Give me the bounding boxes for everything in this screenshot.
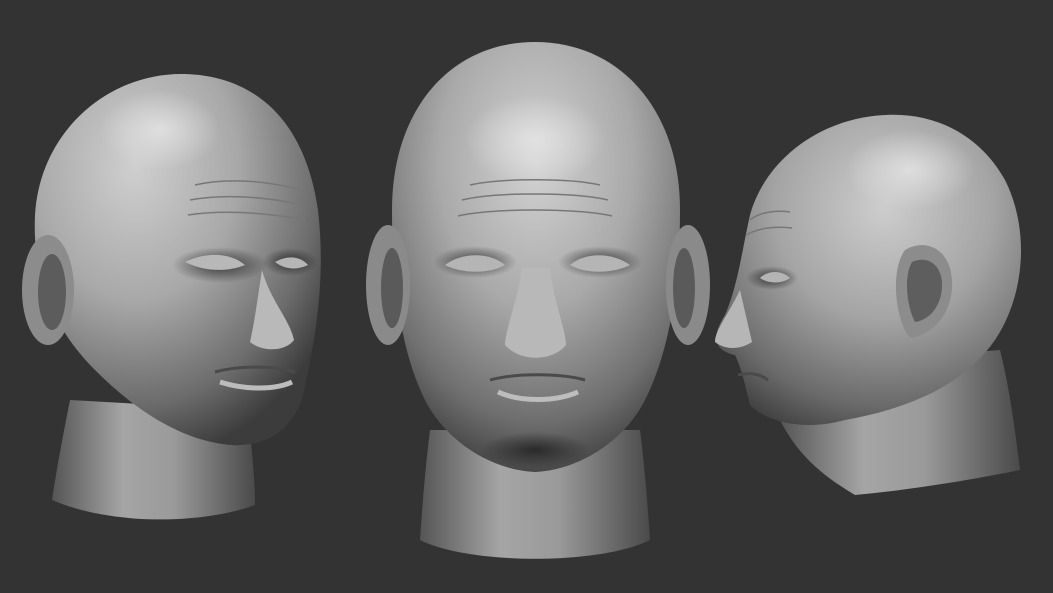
sculpt-render-canvas [0,0,1053,593]
head-profile-view [715,114,1022,495]
head-three-quarter-view [22,73,321,520]
head-front-view [366,42,710,559]
sculpt-render [22,42,1022,559]
